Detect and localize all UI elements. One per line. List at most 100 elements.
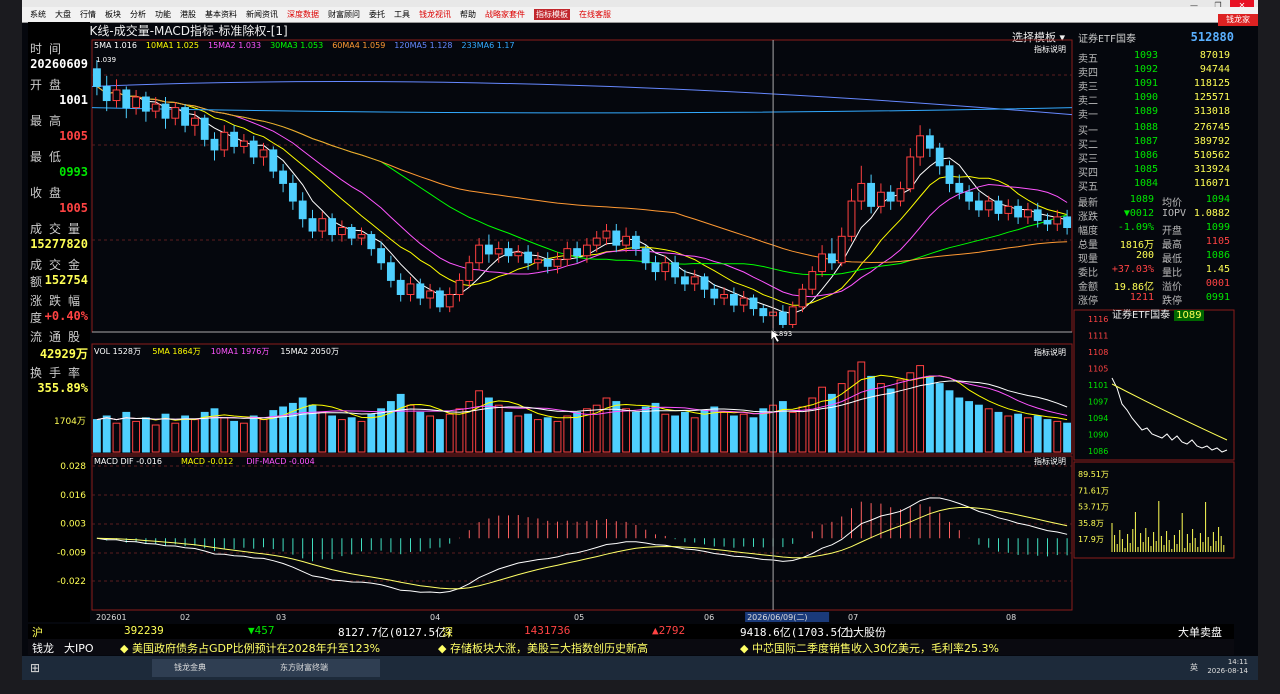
candle-body [475,244,484,264]
candle-body [112,89,121,102]
volume-bar [886,388,895,453]
candle-body [367,234,376,250]
candle-body [818,253,827,273]
volume-bar [161,413,170,453]
macd-axis-tick-4: -0.022 [57,577,86,587]
candle-body [798,288,807,308]
stat-value: 1.45 [1205,264,1230,275]
buy-row-4[interactable]: 买四 1085 313924 [1078,164,1230,179]
sh-amount: 8127.7亿(0127.5亿) [338,626,453,639]
volume-bar [700,410,709,453]
sell-price: 1093 [1134,50,1159,61]
language-indicator[interactable]: 英 [1190,659,1198,677]
vol-legend-0: VOL 1528万 [94,347,141,356]
buy-row-5[interactable]: 买五 1084 116071 [1078,178,1230,193]
candle-body [671,262,680,278]
volume-bar [475,390,484,453]
buy-row-1[interactable]: 买一 1088 276745 [1078,122,1230,137]
security-name: 证券ETF国泰 [1078,34,1137,45]
volume-bar [759,408,768,453]
big-order-label[interactable]: 大单卖盘 [1178,624,1222,640]
buy-price: 1084 [1134,178,1159,189]
candle-body [641,248,650,264]
taskbar-app-qianlong[interactable]: 钱龙金典 [152,659,274,677]
volume-bar [533,419,542,453]
sh-index: 392239 [124,624,164,637]
taskbar-clock[interactable]: 14:11 2026-08-14 [1207,658,1248,676]
volume-bar [435,419,444,453]
sell-row-3[interactable]: 卖三 1091 118125 [1078,78,1230,93]
clock-date: 2026-08-14 [1207,667,1248,675]
buy-row-3[interactable]: 买三 1086 510562 [1078,150,1230,165]
candle-body [563,248,572,260]
volume-bar [239,422,248,453]
news-tag-qianlong: 钱龙 [32,642,54,655]
news-item-2[interactable]: ◆ 存储板块大涨，美股三大指数创历史新高 [438,640,648,655]
stat-row-7: 涨停 1211 跌停 0991 [1078,292,1230,307]
buy-row-2[interactable]: 买二 1087 389792 [1078,136,1230,151]
x-axis-tick-1: 02 [180,613,190,622]
volume-bar [631,411,640,453]
candle-body [739,297,748,306]
volume-bar [749,417,758,453]
stat-label: 溢价 [1162,282,1182,293]
candle-body [210,138,219,151]
volume-bar [318,411,327,453]
volume-panel-frame [91,343,1073,455]
sell-label: 卖五 [1078,54,1098,65]
candle-body [651,262,660,273]
stat-row-4: 现量 200 最低 1086 [1078,250,1230,265]
vol-ma-line-10 [96,375,1068,421]
candle-body [984,200,993,211]
volume-bar [102,415,111,453]
sell-row-4[interactable]: 卖四 1092 94744 [1078,64,1230,79]
volume-bar [808,397,817,453]
taskbar-app-eastmoney[interactable]: 东方财富终端 [258,659,380,677]
stat-label: 涨跌 [1078,212,1098,223]
news-ticker[interactable]: 钱龙 大IPO ◆ 美国政府债务占GDP比例预计在2028年升至123% ◆ 存… [28,639,1234,655]
top-stock-label[interactable]: 上大股份 [842,624,886,640]
candle-body [788,306,797,325]
candle-body [778,311,787,325]
volume-bar [386,401,395,453]
volume-bar [396,393,405,453]
candle-body [377,248,386,264]
volume-bar [710,406,719,453]
ma-line-10 [96,85,1068,306]
candle-body [269,149,278,172]
chart-area[interactable]: 5MA 1.016 10MA1 1.025 15MA2 1.033 30MA3 1.0… [22,0,1258,624]
sell-label: 卖三 [1078,82,1098,93]
volume-bar [592,404,601,453]
volume-bar [955,397,964,453]
sell-row-1[interactable]: 卖一 1089 313018 [1078,106,1230,121]
sell-volume: 313018 [1193,106,1230,117]
volume-bar [190,419,199,453]
sh-change: ▼457 [248,624,275,637]
volume-bar [112,422,121,453]
news-item-3[interactable]: ◆ 中芯国际二季度销售收入30亿美元，毛利率25.3% [740,640,999,655]
news-tag-ipo[interactable]: 大IPO [64,640,94,655]
x-axis-tick-2: 03 [276,613,286,622]
candle-body [690,276,699,285]
windows-start-icon[interactable]: ⊞ [30,659,46,677]
stat-label: 最高 [1162,240,1182,251]
x-axis-tick-0: 202601 [96,613,127,622]
ma-legend-0: 5MA 1.016 [94,41,137,50]
candle-body [661,262,670,273]
sell-row-2[interactable]: 卖二 1090 125571 [1078,92,1230,107]
stat-value: 1816万 [1119,240,1154,251]
mini-chart-title: 证券ETF国泰 1089 [1112,310,1204,321]
volume-bar [220,417,229,453]
candle-body [318,218,327,232]
ma-line-30 [96,85,1068,276]
sell-row-5[interactable]: 卖五 1093 87019 [1078,50,1230,65]
volume-bar [818,386,827,453]
volume-bar [171,422,180,453]
vol-legend-3: 15MA2 2050万 [280,347,339,356]
volume-bar [1063,422,1072,453]
sz-label: 深 [442,626,453,639]
candle-body [827,253,836,264]
macd-axis-tick-2: 0.003 [60,520,86,530]
news-item-1[interactable]: ◆ 美国政府债务占GDP比例预计在2028年升至123% [120,640,380,655]
market-status-bar: 沪 392239 ▼457 8127.7亿(0127.5亿) 深 1431736… [28,624,1234,639]
